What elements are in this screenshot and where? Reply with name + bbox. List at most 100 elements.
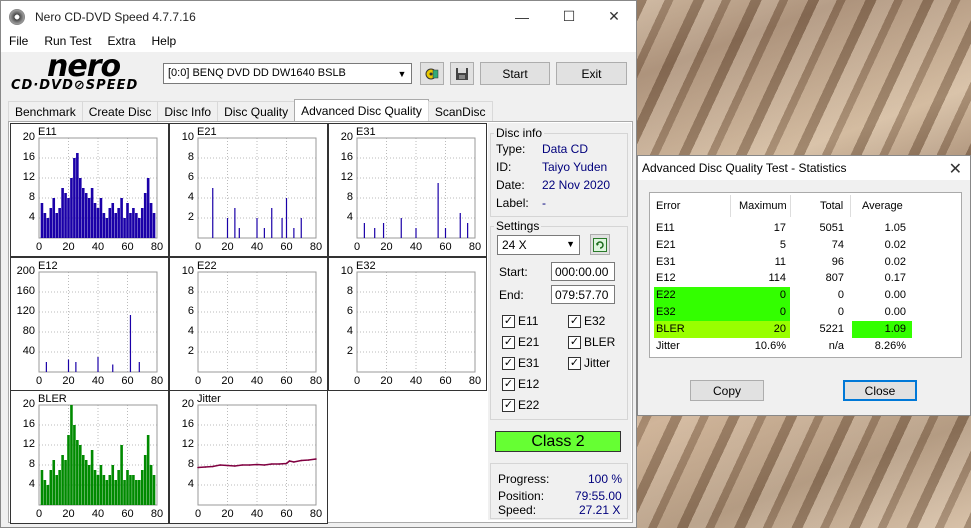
x-tick-label: 40: [409, 241, 423, 253]
y-tick-label: 16: [340, 151, 353, 163]
dialog-title: Advanced Disc Quality Test - Statistics: [642, 161, 847, 175]
checkbox-e21[interactable]: ✓ E21: [502, 335, 539, 349]
checkbox-bler[interactable]: ✓ BLER: [568, 335, 615, 349]
dialog-close-button[interactable]: Close: [843, 380, 917, 401]
x-tick-label: 40: [409, 375, 423, 387]
tab-disc-quality[interactable]: Disc Quality: [217, 101, 296, 121]
chart-bar: [363, 223, 365, 238]
end-time-input[interactable]: 079:57.70: [551, 285, 615, 304]
chart-point: [211, 465, 214, 468]
tab-disc-info[interactable]: Disc Info: [157, 101, 219, 121]
chart-bar: [70, 405, 73, 505]
chart-point: [270, 463, 273, 465]
y-tick-label: 4: [28, 211, 35, 223]
tab-create-disc[interactable]: Create Disc: [81, 101, 159, 121]
chart-bar: [67, 198, 70, 238]
x-tick-label: 60: [121, 241, 134, 253]
chart-bar: [97, 357, 99, 372]
x-tick-label: 80: [150, 508, 164, 520]
chart-bar: [152, 213, 156, 238]
chart-e22: E22 2 4 6 8 10 0 20 40 60 80: [169, 257, 328, 391]
y-tick-label: 4: [346, 325, 353, 337]
drive-info-button[interactable]: [420, 62, 444, 85]
x-tick-label: 20: [221, 508, 234, 520]
tab-scandisc[interactable]: ScanDisc: [427, 101, 493, 121]
copy-button[interactable]: Copy: [690, 380, 764, 401]
x-tick-label: 80: [309, 375, 323, 387]
table-cell: E11: [656, 222, 675, 234]
refresh-speed-button[interactable]: [590, 234, 610, 255]
x-tick-label: 0: [35, 375, 43, 387]
table-cell: 10.6%: [754, 339, 786, 352]
column-header: Average: [862, 200, 903, 212]
table-cell: E32: [656, 306, 676, 318]
table-cell: 0.02: [884, 238, 906, 251]
chart-bar: [271, 208, 273, 238]
start-time-input[interactable]: 000:00.00: [551, 262, 615, 281]
chart-bar: [40, 470, 44, 505]
chart-bar: [467, 223, 469, 238]
start-button[interactable]: Start: [480, 62, 550, 85]
table-cell: 5051: [819, 222, 844, 234]
dialog-close-icon[interactable]: ✕: [949, 159, 962, 179]
drive-select[interactable]: [0:0] BENQ DVD DD DW1640 BSLB ▼: [163, 63, 412, 84]
close-button[interactable]: ✕: [591, 1, 637, 32]
dialog-title-bar[interactable]: Advanced Disc Quality Test - Statistics …: [638, 156, 970, 180]
minimize-button[interactable]: —: [499, 1, 545, 32]
checkbox-e31[interactable]: ✓ E31: [502, 356, 539, 370]
table-cell: 0.02: [884, 255, 906, 268]
chart-bar: [114, 213, 117, 238]
chart-bar: [143, 193, 147, 238]
maximize-button[interactable]: ☐: [546, 1, 592, 32]
column-divider: [850, 195, 851, 217]
checkbox-e11[interactable]: ✓ E11: [502, 314, 538, 328]
x-tick-label: 20: [62, 241, 75, 253]
checkbox-label: BLER: [584, 335, 616, 349]
exit-button[interactable]: Exit: [556, 62, 627, 85]
checkbox-e22[interactable]: ✓ E22: [502, 398, 539, 412]
menu-file[interactable]: File: [1, 32, 36, 52]
table-row: E31 11 96 0.02: [650, 254, 963, 271]
table-cell: 20: [773, 322, 786, 335]
table-cell: 5221: [819, 322, 844, 335]
x-tick-label: 60: [280, 508, 293, 520]
x-tick-label: 80: [309, 241, 323, 253]
window-title: Nero CD-DVD Speed 4.7.7.16: [35, 9, 196, 24]
nero-logo: nero CD·DVD⊘SPEED: [11, 52, 138, 94]
speed-select[interactable]: 24 X ▼: [497, 235, 580, 255]
y-tick-label: 8: [346, 285, 353, 297]
tab-advanced-disc-quality[interactable]: Advanced Disc Quality: [294, 99, 429, 121]
chart-point: [197, 466, 199, 469]
y-tick-label: 16: [181, 418, 194, 430]
chart-bar: [152, 475, 156, 505]
y-tick-label: 8: [187, 285, 194, 297]
chart-bar: [117, 470, 120, 505]
save-button[interactable]: [450, 62, 474, 85]
chart-bar: [73, 158, 76, 238]
chart-bar: [93, 203, 97, 238]
checkbox-e12[interactable]: ✓ E12: [502, 377, 539, 391]
checkbox-e32[interactable]: ✓ E32: [568, 314, 605, 328]
chart-bar: [140, 470, 144, 505]
tab-benchmark[interactable]: Benchmark: [8, 101, 83, 121]
checkbox-jitter[interactable]: ✓ Jitter: [568, 356, 610, 370]
chart-point: [285, 462, 288, 465]
x-tick-label: 40: [91, 375, 105, 387]
chart-bar: [149, 465, 153, 505]
x-tick-label: 20: [380, 241, 393, 253]
checkmark-icon: ✓: [502, 335, 515, 349]
title-bar[interactable]: Nero CD-DVD Speed 4.7.7.16 — ☐ ✕: [1, 1, 636, 32]
y-tick-label: 6: [346, 305, 353, 317]
chart-bar: [99, 465, 103, 505]
menu-help[interactable]: Help: [144, 32, 185, 52]
checkmark-icon: ✓: [502, 398, 515, 412]
chart-bar: [138, 362, 140, 372]
y-tick-label: 16: [22, 151, 35, 163]
chart-bar: [64, 460, 67, 505]
chart-bar: [129, 475, 132, 505]
chart-bar: [459, 213, 461, 238]
x-tick-label: 20: [380, 375, 393, 387]
table-cell: 11: [774, 255, 786, 268]
disc-info-legend: Disc info: [494, 126, 545, 140]
table-cell: 0.00: [884, 306, 906, 318]
